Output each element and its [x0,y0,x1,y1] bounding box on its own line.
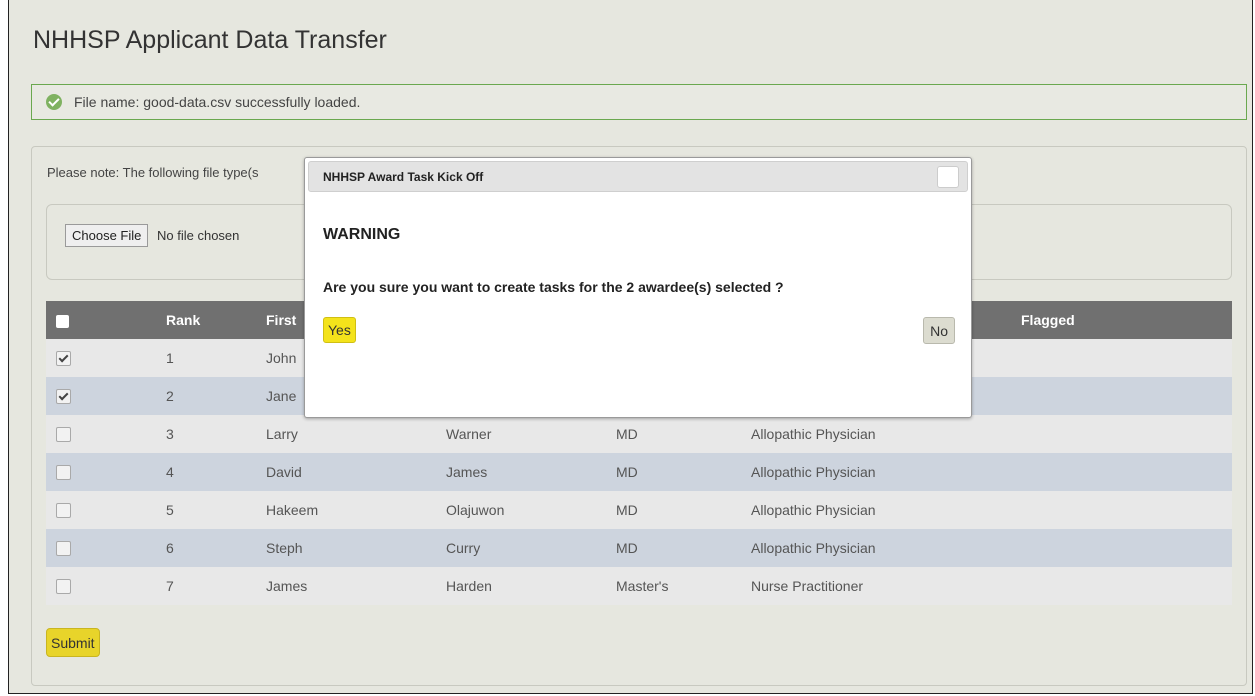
discipline-cell: Allopathic Physician [751,491,1021,529]
flagged-cell [1021,491,1232,529]
table-row: 6 Steph Curry MD Allopathic Physician [46,529,1232,567]
row-checkbox[interactable] [56,427,71,443]
last-name-cell: Harden [446,567,616,605]
rank-cell: 6 [166,529,266,567]
flagged-cell [1021,453,1232,491]
row-checkbox[interactable] [56,389,71,405]
rank-header: Rank [166,301,266,339]
table-row: 7 James Harden Master's Nurse Practition… [46,567,1232,605]
first-name-cell: Hakeem [266,491,446,529]
dialog-title: NHHSP Award Task Kick Off [323,170,484,184]
flagged-header: Flagged [1021,301,1232,339]
rank-cell: 3 [166,415,266,453]
alert-message: File name: good-data.csv successfully lo… [74,94,361,110]
no-file-label: No file chosen [157,228,240,243]
row-checkbox[interactable] [56,503,71,519]
table-row: 5 Hakeem Olajuwon MD Allopathic Physicia… [46,491,1232,529]
discipline-cell: Allopathic Physician [751,453,1021,491]
rank-cell: 4 [166,453,266,491]
submit-button[interactable]: Submit [46,628,100,657]
last-name-cell: Curry [446,529,616,567]
last-name-cell: James [446,453,616,491]
degree-cell: MD [616,491,751,529]
row-checkbox[interactable] [56,541,71,557]
select-all-header [46,301,166,339]
dialog-close-button[interactable] [937,166,959,188]
degree-cell: MD [616,415,751,453]
page-title: NHHSP Applicant Data Transfer [33,26,387,54]
table-row: 4 David James MD Allopathic Physician [46,453,1232,491]
row-checkbox[interactable] [56,351,71,367]
file-type-note: Please note: The following file type(s [47,165,259,180]
flagged-cell [1021,567,1232,605]
flagged-cell [1021,415,1232,453]
row-checkbox[interactable] [56,465,71,481]
select-all-checkbox[interactable] [56,314,69,328]
row-select-cell [46,491,166,529]
rank-cell: 5 [166,491,266,529]
rank-cell: 2 [166,377,266,415]
row-select-cell [46,377,166,415]
first-name-cell: Larry [266,415,446,453]
success-check-icon [46,94,62,110]
dialog-message: Are you sure you want to create tasks fo… [323,279,784,295]
first-name-cell: James [266,567,446,605]
rank-cell: 1 [166,339,266,377]
flagged-cell [1021,529,1232,567]
yes-button[interactable]: Yes [323,317,356,343]
first-name-cell: Steph [266,529,446,567]
first-name-cell: David [266,453,446,491]
degree-cell: MD [616,529,751,567]
row-checkbox[interactable] [56,579,71,595]
discipline-cell: Nurse Practitioner [751,567,1021,605]
degree-cell: Master's [616,567,751,605]
last-name-cell: Warner [446,415,616,453]
row-select-cell [46,529,166,567]
discipline-cell: Allopathic Physician [751,415,1021,453]
rank-cell: 7 [166,567,266,605]
flagged-cell [1021,377,1232,415]
dialog-warning-heading: WARNING [323,226,401,243]
degree-cell: MD [616,453,751,491]
row-select-cell [46,453,166,491]
success-alert: File name: good-data.csv successfully lo… [31,84,1247,120]
dialog-header: NHHSP Award Task Kick Off [308,161,968,192]
row-select-cell [46,339,166,377]
no-button[interactable]: No [923,317,955,344]
confirm-dialog: NHHSP Award Task Kick Off WARNING Are yo… [304,157,972,418]
choose-file-button[interactable]: Choose File [65,224,149,247]
discipline-cell: Allopathic Physician [751,529,1021,567]
table-row: 3 Larry Warner MD Allopathic Physician [46,415,1232,453]
row-select-cell [46,567,166,605]
last-name-cell: Olajuwon [446,491,616,529]
flagged-cell [1021,339,1232,377]
row-select-cell [46,415,166,453]
